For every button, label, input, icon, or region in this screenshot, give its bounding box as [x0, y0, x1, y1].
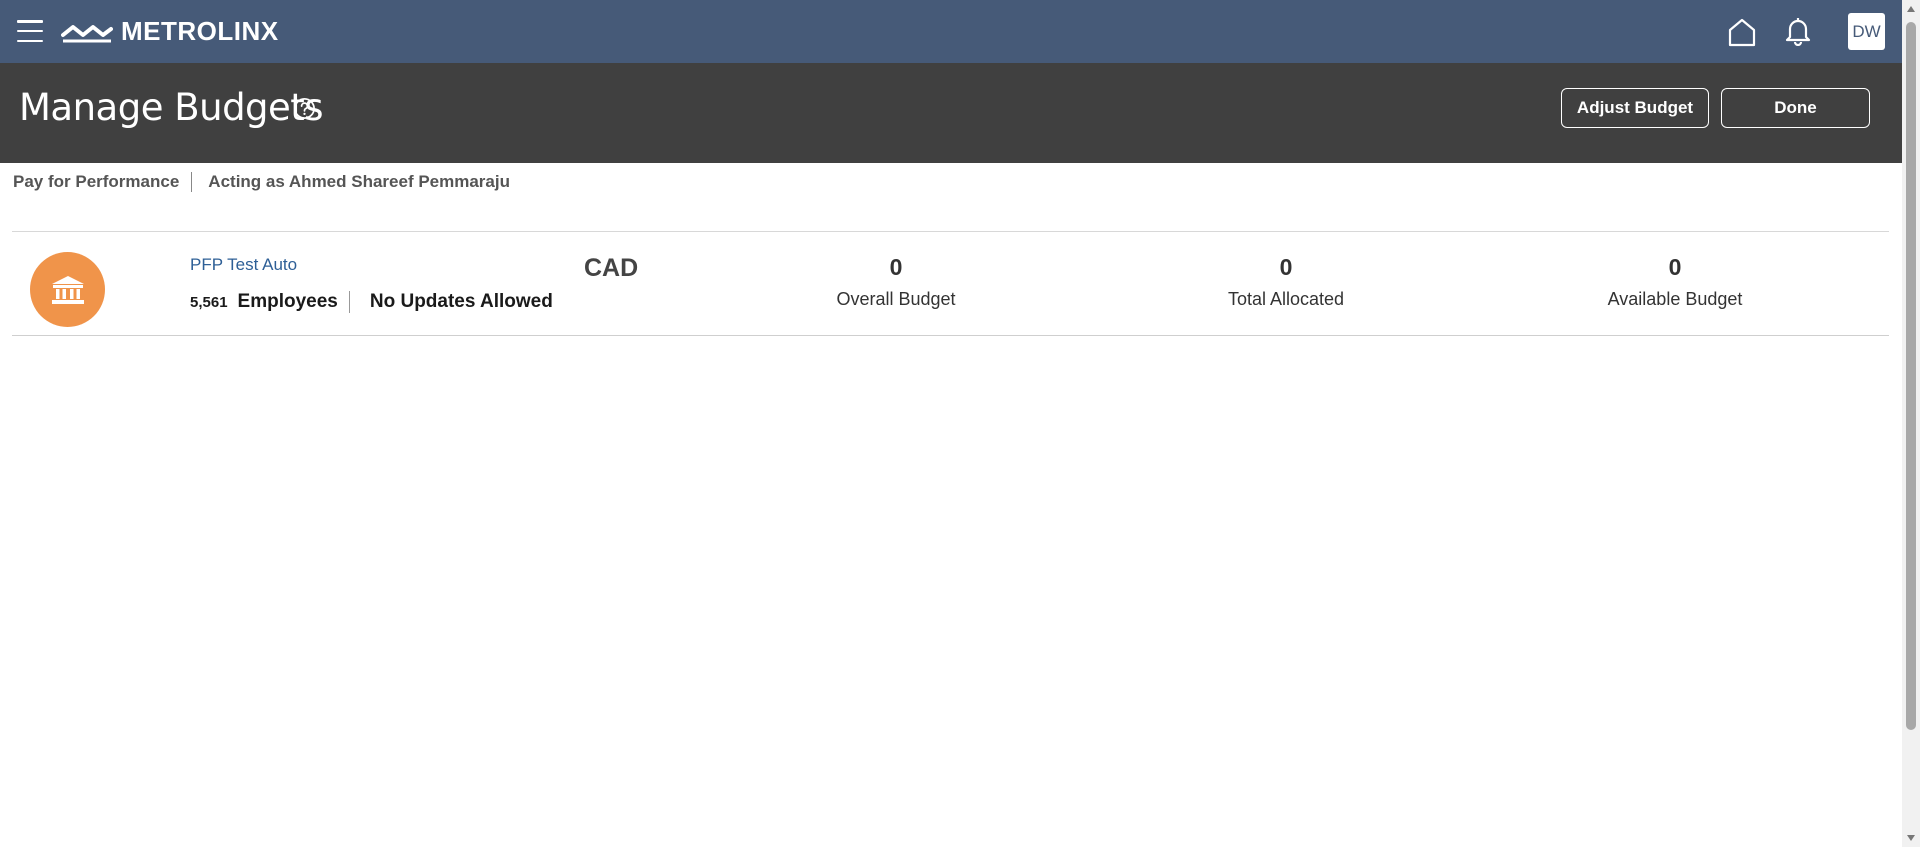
page-header: Manage Budgets Adjust Budget Done	[0, 63, 1902, 163]
scroll-up-icon[interactable]	[1906, 4, 1916, 14]
page: METROLINX DW Manage Budgets Adjust Budge…	[0, 0, 1920, 847]
acting-as-label: Acting as Ahmed Shareef Pemmaraju	[208, 172, 510, 191]
employee-count: 5,561	[190, 293, 228, 311]
top-navigation-bar: METROLINX DW	[0, 0, 1902, 63]
overall-budget-value: 0	[889, 254, 903, 280]
org-name-link[interactable]: PFP Test Auto	[190, 255, 297, 275]
status-text: No Updates Allowed	[369, 291, 553, 312]
vertical-scrollbar[interactable]	[1902, 0, 1920, 847]
scrollbar-thumb[interactable]	[1906, 22, 1916, 730]
total-allocated-stat: 0 Total Allocated	[1166, 254, 1406, 310]
brand-name: METROLINX	[121, 15, 279, 46]
available-budget-label: Available Budget	[1607, 289, 1743, 309]
bank-building-icon	[30, 252, 105, 327]
metrolinx-logo[interactable]: METROLINX	[61, 14, 279, 48]
overall-budget-stat: 0 Overall Budget	[776, 254, 1016, 310]
metrolinx-logo-mark	[61, 25, 113, 43]
scroll-down-icon[interactable]	[1906, 833, 1916, 843]
budget-row: PFP Test Auto 5,561 Employees No Updates…	[12, 231, 1889, 336]
currency-code: CAD	[584, 254, 639, 282]
home-icon[interactable]	[1726, 16, 1758, 48]
adjust-budget-button[interactable]: Adjust Budget	[1561, 88, 1709, 128]
org-meta: 5,561 Employees No Updates Allowed	[190, 291, 553, 313]
divider	[348, 291, 350, 313]
available-budget-stat: 0 Available Budget	[1555, 254, 1795, 310]
overall-budget-label: Overall Budget	[836, 289, 956, 309]
bell-icon[interactable]	[1784, 16, 1812, 46]
context-bar: Pay for Performance Acting as Ahmed Shar…	[13, 172, 510, 192]
divider	[191, 172, 193, 192]
hamburger-menu-icon[interactable]	[17, 20, 43, 42]
total-allocated-label: Total Allocated	[1227, 289, 1345, 309]
plan-name: Pay for Performance	[13, 172, 180, 191]
total-allocated-value: 0	[1279, 254, 1293, 280]
question-circle-icon[interactable]	[293, 97, 316, 120]
available-budget-value: 0	[1668, 254, 1682, 280]
bank-glyph	[51, 275, 84, 304]
done-button[interactable]: Done	[1721, 88, 1870, 128]
employees-label: Employees	[237, 291, 338, 312]
page-title: Manage Budgets	[19, 86, 324, 129]
user-avatar[interactable]: DW	[1848, 13, 1885, 50]
